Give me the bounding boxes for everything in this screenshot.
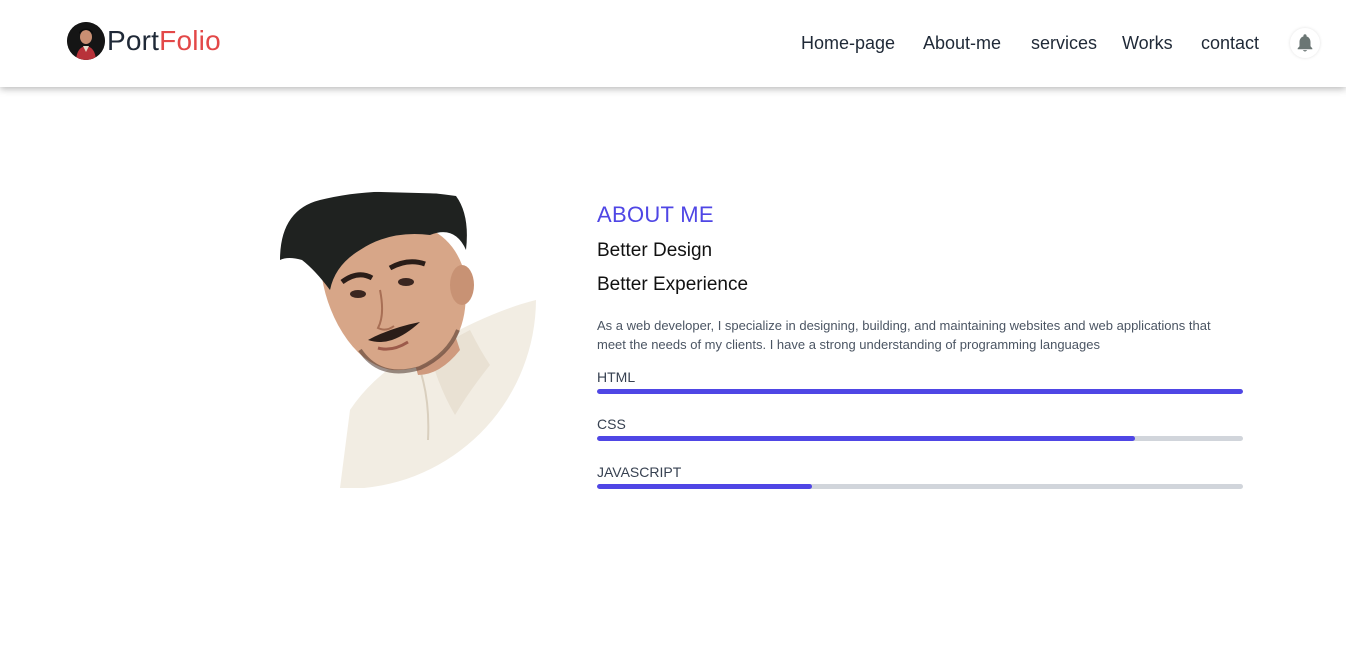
skill-name-html: HTML (597, 369, 636, 385)
brand-name-first: Port (107, 25, 160, 56)
nav-link-works[interactable]: Works (1122, 31, 1173, 55)
brand-name-second: Folio (159, 25, 221, 56)
about-section: ABOUT ME Better Design Better Experience… (597, 200, 1243, 354)
about-description: As a web developer, I specialize in desi… (597, 318, 1211, 352)
nav-link-home[interactable]: Home-page (801, 31, 895, 55)
site-header: PortFolio Home-page About-me services Wo… (0, 0, 1346, 87)
skill-name-css: CSS (597, 416, 626, 432)
skill-progress-fill (597, 436, 1136, 441)
skill-item: HTML (597, 368, 1243, 394)
profile-photo (280, 190, 536, 488)
avatar (67, 22, 105, 60)
skill-progress-fill (597, 389, 1243, 394)
skill-name-javascript: JAVASCRIPT (597, 464, 682, 480)
skill-progress-track (597, 389, 1243, 394)
about-subheading-experience: Better Experience (597, 274, 749, 295)
bell-icon (1297, 34, 1313, 52)
brand-logo-link[interactable]: PortFolio (67, 22, 221, 60)
skill-item: JAVASCRIPT (597, 463, 1243, 489)
nav-link-services[interactable]: services (1031, 31, 1097, 55)
notification-button[interactable] (1290, 28, 1320, 58)
nav-link-about[interactable]: About-me (923, 31, 1001, 55)
about-heading: ABOUT ME (597, 202, 714, 227)
nav-link-contact[interactable]: contact (1201, 31, 1259, 55)
skill-progress-track (597, 484, 1243, 489)
skill-item: CSS (597, 415, 1243, 441)
skill-progress-fill (597, 484, 813, 489)
skill-progress-track (597, 436, 1243, 441)
avatar-image (67, 22, 105, 60)
about-subheading-design: Better Design (597, 240, 713, 261)
brand-name: PortFolio (107, 22, 221, 60)
